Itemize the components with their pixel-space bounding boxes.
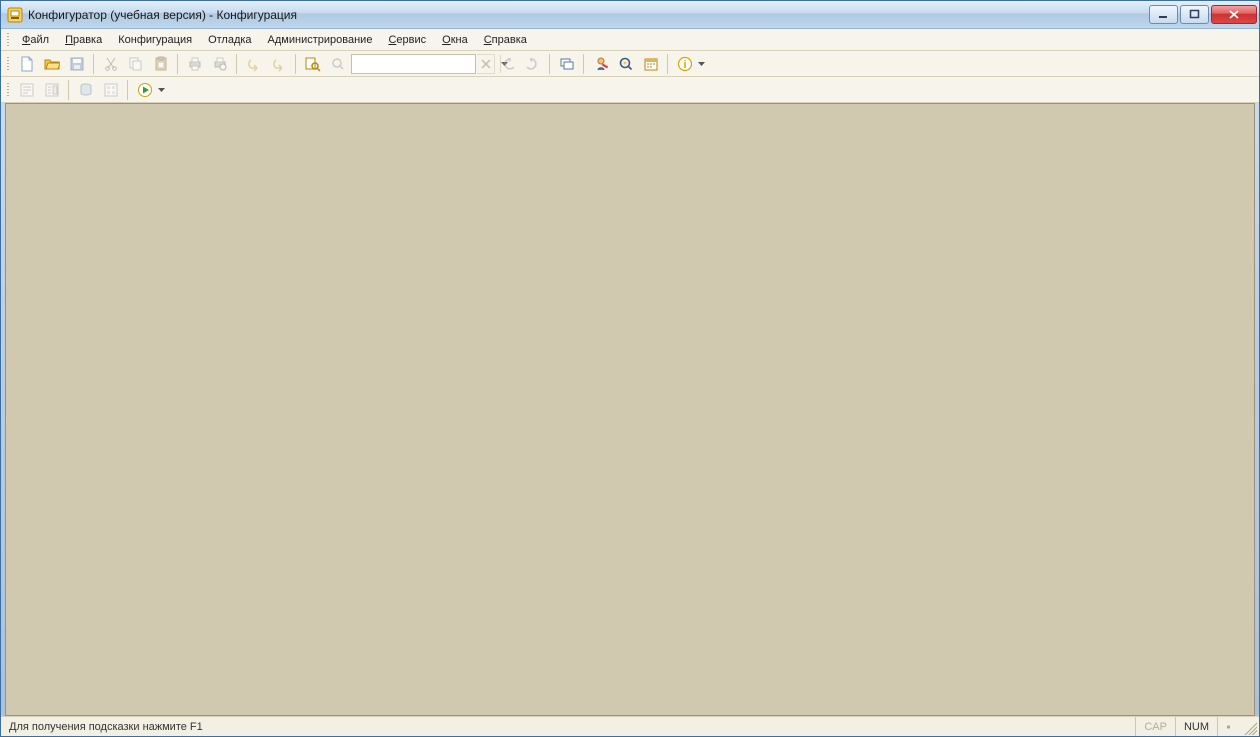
minimize-button[interactable] — [1149, 5, 1178, 24]
print-preview-button[interactable] — [208, 53, 231, 75]
separator — [295, 54, 296, 74]
resize-grip[interactable] — [1241, 719, 1257, 735]
print-button[interactable] — [183, 53, 206, 75]
copy-button[interactable] — [124, 53, 147, 75]
menu-help[interactable]: Справка — [476, 29, 535, 50]
separator — [127, 80, 128, 100]
separator — [236, 54, 237, 74]
separator — [667, 54, 668, 74]
close-button[interactable] — [1211, 5, 1257, 24]
window-controls — [1149, 5, 1257, 24]
separator — [583, 54, 584, 74]
menu-windows[interactable]: Окна — [434, 29, 476, 50]
status-hint: Для получения подсказки нажмите F1 — [9, 721, 1135, 733]
separator — [68, 80, 69, 100]
find-button[interactable] — [301, 53, 324, 75]
status-cap: CAP — [1135, 717, 1175, 736]
save-button[interactable] — [65, 53, 88, 75]
status-indicator — [1217, 717, 1239, 736]
window-title: Конфигуратор (учебная версия) - Конфигур… — [28, 8, 1149, 22]
separator — [549, 54, 550, 74]
menu-administration[interactable]: Администрирование — [260, 29, 381, 50]
menu-bar: Файл Правка Конфигурация Отладка Админис… — [1, 29, 1259, 51]
paste-button[interactable] — [149, 53, 172, 75]
title-bar: Конфигуратор (учебная версия) - Конфигур… — [1, 1, 1259, 29]
menu-file[interactable]: Файл — [14, 29, 57, 50]
toolbar-grip[interactable] — [5, 29, 11, 50]
menu-service[interactable]: Сервис — [380, 29, 434, 50]
update-db-config-button[interactable] — [74, 79, 97, 101]
app-window: Конфигуратор (учебная версия) - Конфигур… — [0, 0, 1260, 737]
status-bar: Для получения подсказки нажмите F1 CAP N… — [1, 716, 1259, 736]
menu-configuration[interactable]: Конфигурация — [110, 29, 200, 50]
help-button[interactable]: i — [673, 53, 696, 75]
config-tree-button[interactable] — [15, 79, 38, 101]
search-next-button[interactable] — [521, 53, 544, 75]
syntax-assistant-button[interactable] — [589, 53, 612, 75]
config-edit-button[interactable] — [40, 79, 63, 101]
menu-debug[interactable]: Отладка — [200, 29, 259, 50]
workspace-area — [5, 103, 1255, 716]
redo-button[interactable] — [267, 53, 290, 75]
help-dropdown[interactable] — [697, 53, 705, 75]
maximize-button[interactable] — [1180, 5, 1209, 24]
undo-button[interactable] — [242, 53, 265, 75]
separator — [93, 54, 94, 74]
toolbar-grip[interactable] — [5, 57, 11, 71]
app-icon — [7, 7, 23, 23]
cut-button[interactable] — [99, 53, 122, 75]
new-button[interactable] — [15, 53, 38, 75]
search-box — [351, 54, 476, 74]
search-prev-button[interactable] — [496, 53, 519, 75]
calendar-button[interactable] — [639, 53, 662, 75]
db-config-button[interactable] — [99, 79, 122, 101]
start-debug-button[interactable] — [133, 79, 156, 101]
separator — [177, 54, 178, 74]
toolbar-main: i — [1, 51, 1259, 77]
toolbar-config — [1, 77, 1259, 103]
toolbar-grip[interactable] — [5, 83, 11, 97]
search-global-button[interactable] — [614, 53, 637, 75]
svg-text:i: i — [683, 59, 686, 71]
find-next-button[interactable] — [326, 53, 349, 75]
copy-window-button[interactable] — [555, 53, 578, 75]
status-num: NUM — [1175, 717, 1217, 736]
start-debug-dropdown[interactable] — [157, 79, 165, 101]
open-button[interactable] — [40, 53, 63, 75]
search-clear-button[interactable] — [477, 54, 495, 74]
menu-edit[interactable]: Правка — [57, 29, 110, 50]
